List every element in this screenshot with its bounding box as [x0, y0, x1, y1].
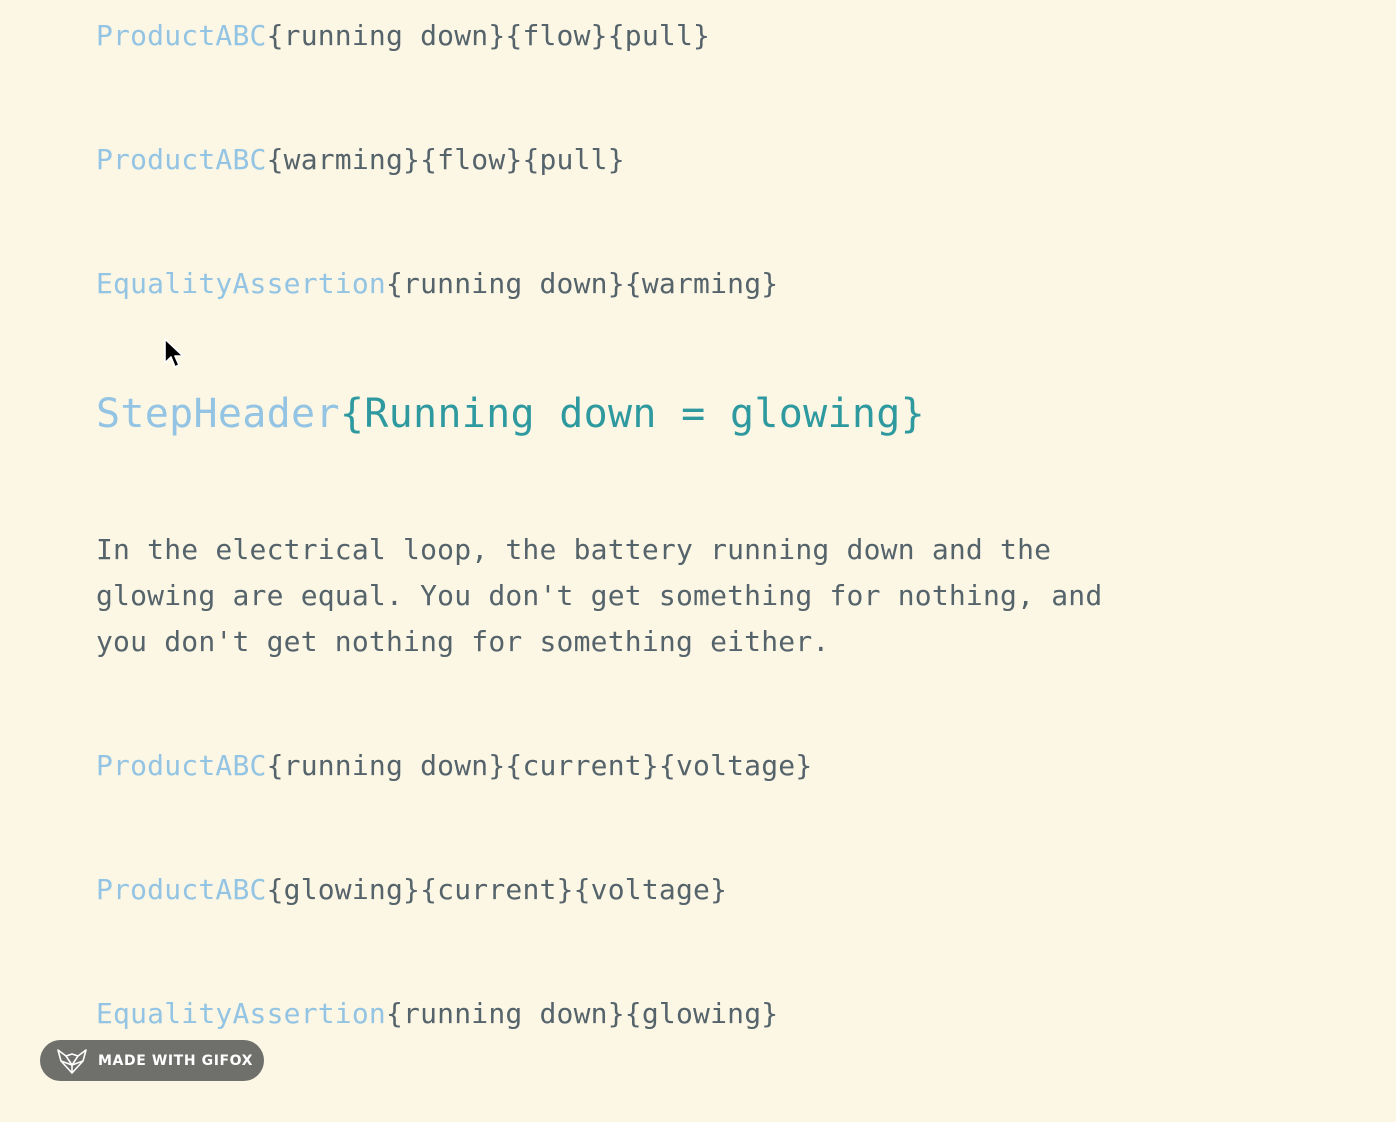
step-header-title: {Running down = glowing} — [339, 391, 925, 437]
badge-label: MADE WITH GIFOX — [98, 1052, 254, 1069]
code-line-equality-running-down-glowing[interactable]: EqualityAssertion{running down}{glowing} — [96, 997, 778, 1031]
code-line-product-flow-warming[interactable]: ProductABC{warming}{flow}{pull} — [96, 143, 625, 177]
paragraph-line: In the electrical loop, the battery runn… — [96, 533, 1052, 566]
keyword: StepHeader — [96, 391, 340, 437]
keyword: ProductABC — [96, 19, 267, 52]
keyword: EqualityAssertion — [96, 997, 386, 1030]
arguments: {warming}{flow}{pull} — [266, 143, 625, 176]
code-line-equality-running-down-warming[interactable]: EqualityAssertion{running down}{warming} — [96, 267, 778, 301]
explanation-paragraph[interactable]: In the electrical loop, the battery runn… — [96, 527, 1102, 665]
arguments: {running down}{current}{voltage} — [266, 749, 813, 782]
keyword: ProductABC — [96, 143, 267, 176]
keyword: ProductABC — [96, 749, 267, 782]
keyword: ProductABC — [96, 873, 267, 906]
code-line-product-flow-running-down[interactable]: ProductABC{running down}{flow}{pull} — [96, 19, 710, 53]
fox-icon — [57, 1048, 87, 1074]
step-header[interactable]: StepHeader{Running down = glowing} — [96, 390, 925, 438]
arguments: {running down}{flow}{pull} — [266, 19, 711, 52]
arguments: {running down}{glowing} — [385, 997, 779, 1030]
mouse-pointer-icon — [164, 338, 184, 368]
code-line-product-current-running-down[interactable]: ProductABC{running down}{current}{voltag… — [96, 749, 812, 783]
arguments: {glowing}{current}{voltage} — [266, 873, 728, 906]
arguments: {running down}{warming} — [385, 267, 779, 300]
keyword: EqualityAssertion — [96, 267, 386, 300]
paragraph-line: you don't get nothing for something eith… — [96, 625, 830, 658]
paragraph-line: glowing are equal. You don't get somethi… — [96, 579, 1103, 612]
made-with-gifox-badge[interactable]: MADE WITH GIFOX — [40, 1040, 264, 1081]
code-line-product-current-glowing[interactable]: ProductABC{glowing}{current}{voltage} — [96, 873, 727, 907]
